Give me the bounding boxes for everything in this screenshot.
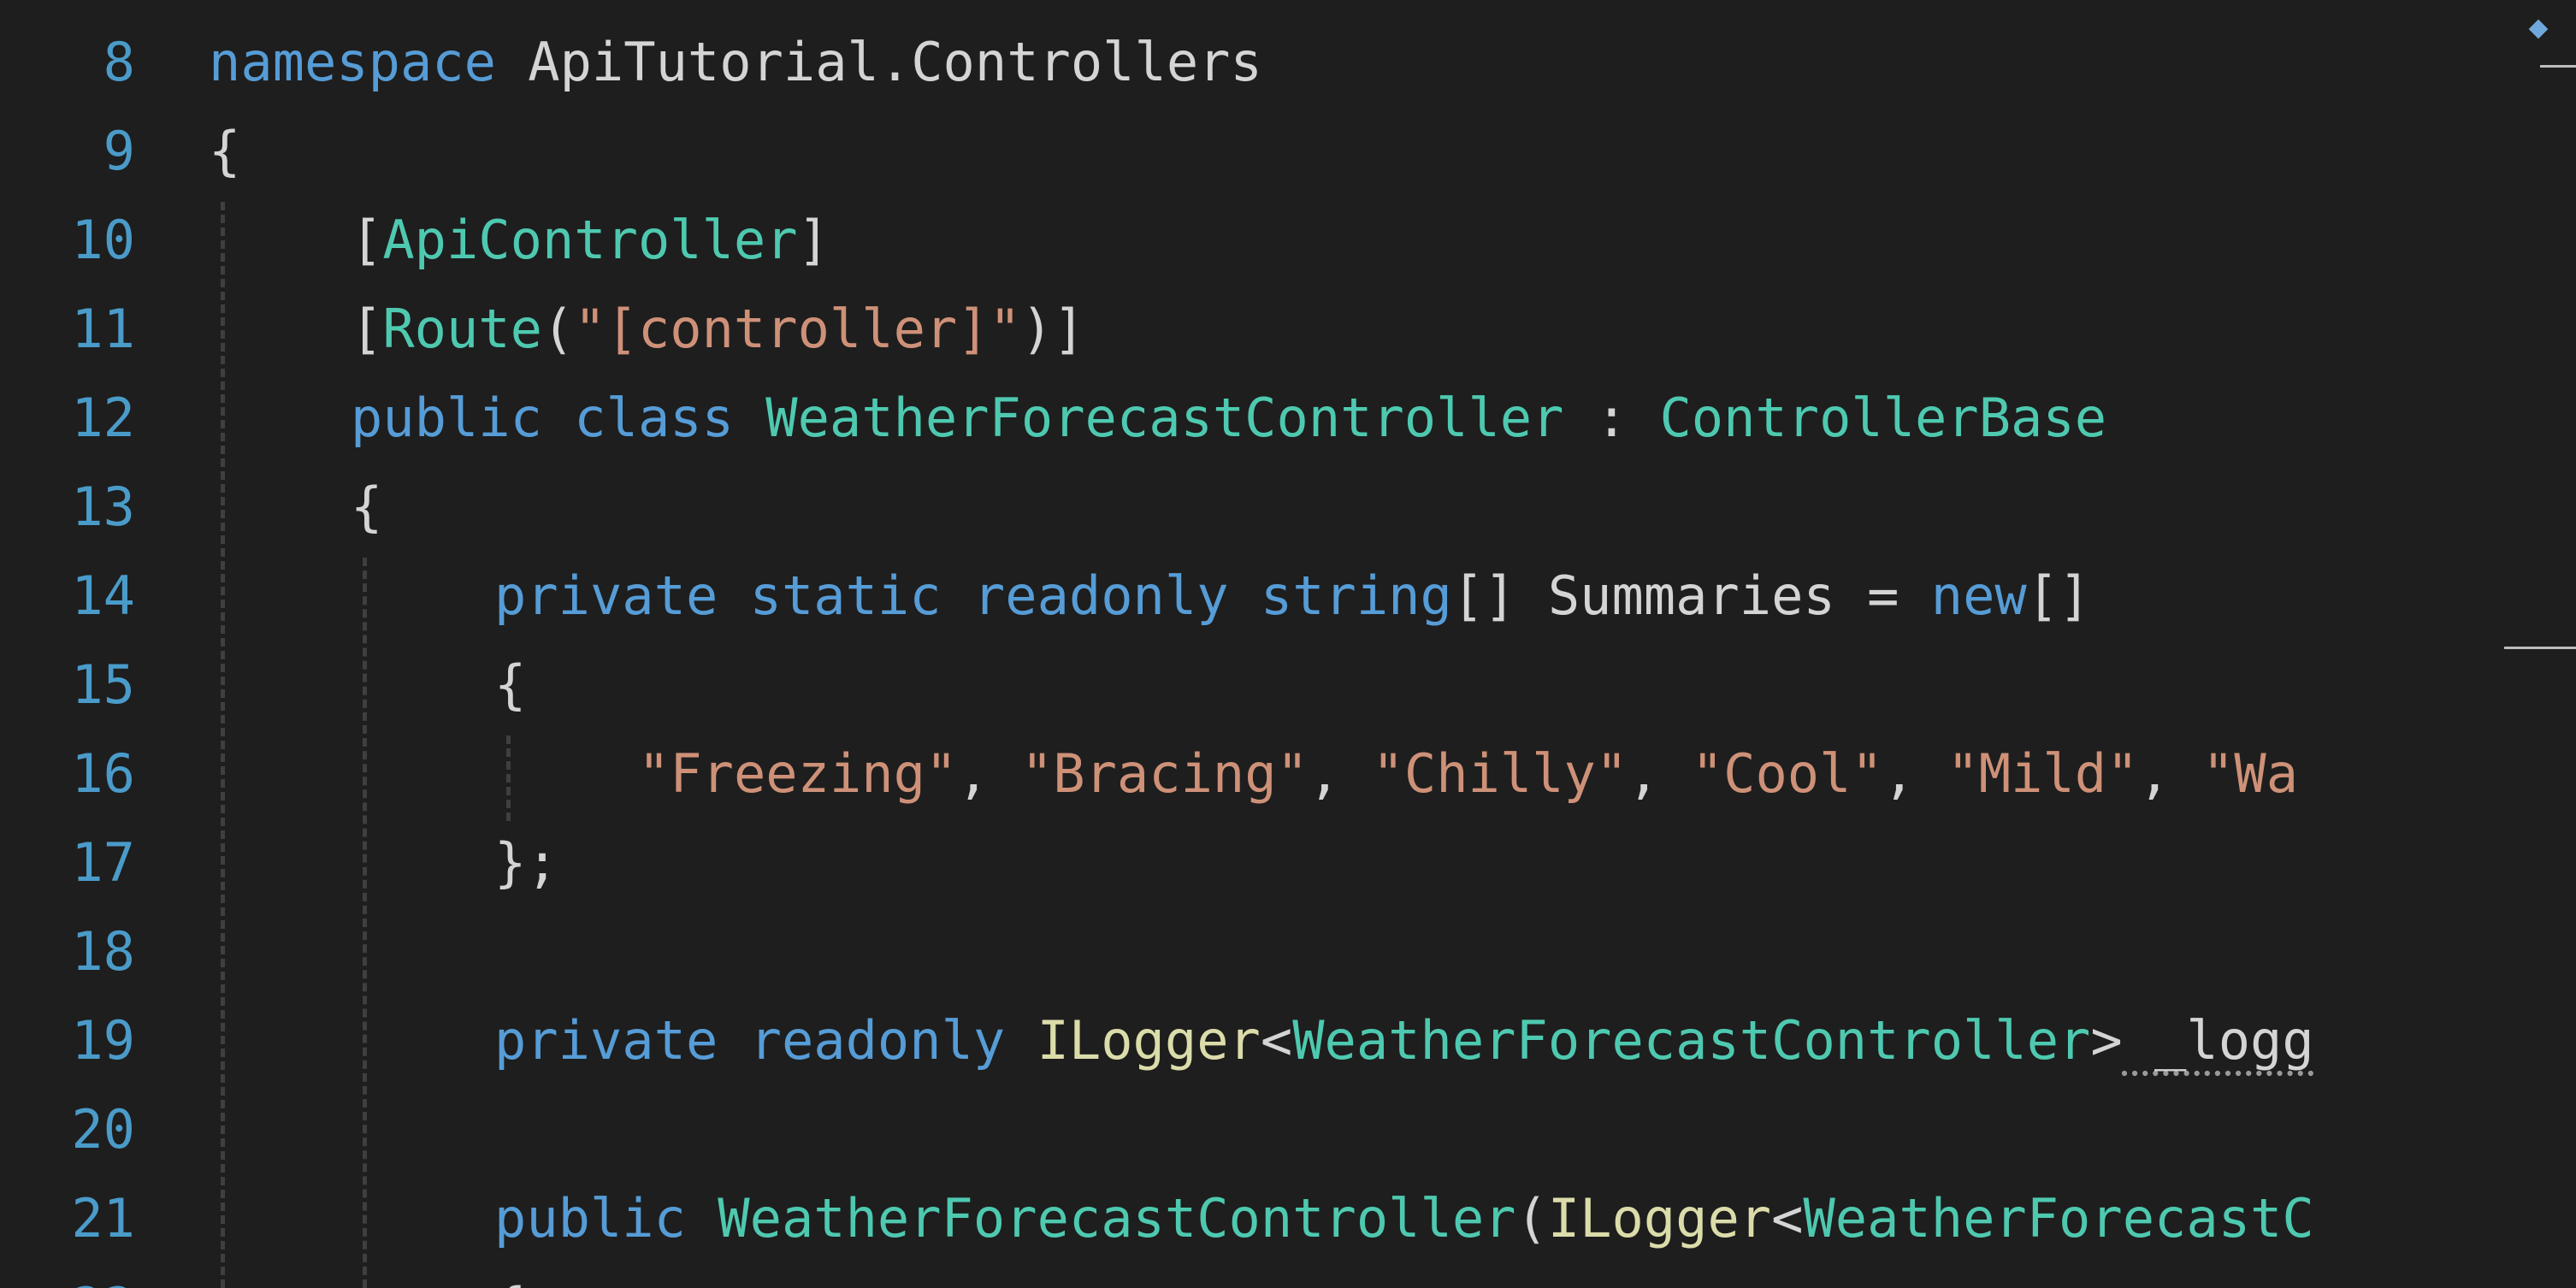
keyword-class: class <box>574 387 734 449</box>
line-number: 14 <box>71 564 135 627</box>
line-number: 11 <box>71 298 135 360</box>
code-line-11[interactable]: [Route("[controller]")] <box>351 285 1085 374</box>
string-literal: "Cool" <box>1691 742 1883 805</box>
minimap-indicator <box>2504 647 2576 649</box>
line-number: 15 <box>71 653 135 716</box>
class-name: WeatherForecastC <box>1803 1187 2314 1250</box>
code-line-14[interactable]: private static readonly string[] Summari… <box>494 552 2090 641</box>
keyword-private: private <box>494 1009 718 1072</box>
class-name: WeatherForecastController <box>765 387 1564 449</box>
closing-brace: }; <box>494 831 558 894</box>
interface-name: ILogger <box>1037 1009 1261 1072</box>
comma: , <box>1882 742 1947 805</box>
keyword-readonly: readonly <box>972 564 1229 627</box>
comma: , <box>1308 742 1373 805</box>
line-number: 8 <box>103 31 135 93</box>
code-line-8[interactable]: namespace ApiTutorial.Controllers <box>209 18 1262 107</box>
bracket: ] <box>797 209 830 271</box>
code-line-16[interactable]: "Freezing", "Bracing", "Chilly", "Cool",… <box>638 730 2298 818</box>
code-line-10[interactable]: [ApiController] <box>351 196 830 285</box>
code-line-22[interactable]: { <box>494 1263 526 1288</box>
angle-bracket: < <box>1771 1187 1804 1250</box>
line-number: 9 <box>103 120 135 182</box>
brace: { <box>494 1276 526 1288</box>
code-area[interactable]: namespace ApiTutorial.Controllers { [Api… <box>209 0 2501 1288</box>
keyword-string: string <box>1260 564 1452 627</box>
comma: , <box>1628 742 1692 805</box>
line-number: 19 <box>71 1009 135 1072</box>
base-class-name: ControllerBase <box>1659 387 2107 449</box>
code-line-15[interactable]: { <box>494 641 526 730</box>
string-literal: "Freezing" <box>638 742 958 805</box>
comma: , <box>2138 742 2203 805</box>
brace: { <box>351 476 383 538</box>
code-line-17[interactable]: }; <box>494 818 558 907</box>
line-number: 20 <box>71 1098 135 1161</box>
code-line-21[interactable]: public WeatherForecastController(ILogger… <box>494 1174 2314 1263</box>
string-literal: "Wa <box>2202 742 2299 805</box>
array-brackets: [] <box>1451 564 1516 627</box>
array-brackets: [] <box>2026 564 2091 627</box>
line-number: 10 <box>71 209 135 271</box>
keyword-static: static <box>749 564 942 627</box>
line-number: 13 <box>71 476 135 538</box>
angle-bracket: < <box>1260 1009 1293 1072</box>
string-literal: "Bracing" <box>1020 742 1309 805</box>
code-line-12[interactable]: public class WeatherForecastController :… <box>351 374 2106 463</box>
bracket: [ <box>351 298 383 360</box>
namespace-name: ApiTutorial.Controllers <box>495 31 1262 93</box>
keyword-private: private <box>494 564 718 627</box>
string-literal: "[controller]" <box>574 298 1021 360</box>
code-line-9[interactable]: { <box>209 107 240 196</box>
field-name: _logg <box>2122 1009 2314 1072</box>
keyword-public: public <box>494 1187 686 1250</box>
line-number: 17 <box>71 831 135 894</box>
keyword-readonly: readonly <box>749 1009 1006 1072</box>
line-number: 16 <box>71 742 135 805</box>
attribute-name: ApiController <box>382 209 798 271</box>
paren: ( <box>541 298 575 360</box>
keyword-public: public <box>351 387 542 449</box>
line-number: 18 <box>71 920 135 983</box>
string-literal: "Chilly" <box>1372 742 1628 805</box>
code-line-19[interactable]: private readonly ILogger<WeatherForecast… <box>494 996 2314 1085</box>
class-name: WeatherForecastController <box>1292 1009 2091 1072</box>
code-editor[interactable]: 8 9 10 11 12 13 14 15 16 17 18 19 20 21 … <box>0 0 2576 1288</box>
bracket: [ <box>351 209 383 271</box>
line-number-gutter: 8 9 10 11 12 13 14 15 16 17 18 19 20 21 … <box>0 0 171 1288</box>
comma: , <box>957 742 1021 805</box>
code-line-13[interactable]: { <box>351 463 382 552</box>
interface-name: ILogger <box>1547 1187 1772 1250</box>
brace: { <box>494 653 527 716</box>
keyword-namespace: namespace <box>209 31 496 93</box>
minimap-marker-icon <box>2528 19 2549 39</box>
colon: : <box>1563 387 1660 449</box>
line-number: 21 <box>71 1187 135 1250</box>
brace: { <box>209 120 241 182</box>
minimap-indicator <box>2540 65 2576 68</box>
line-number: 22 <box>0 1263 135 1288</box>
field-name: Summaries = <box>1515 564 1931 627</box>
keyword-new: new <box>1930 564 2027 627</box>
paren: )] <box>1020 298 1085 360</box>
attribute-name: Route <box>382 298 542 360</box>
line-number: 12 <box>71 387 135 449</box>
angle-bracket: > <box>2090 1009 2123 1072</box>
constructor-name: WeatherForecastController <box>718 1187 1516 1250</box>
paren: ( <box>1515 1187 1548 1250</box>
string-literal: "Mild" <box>1947 742 2139 805</box>
